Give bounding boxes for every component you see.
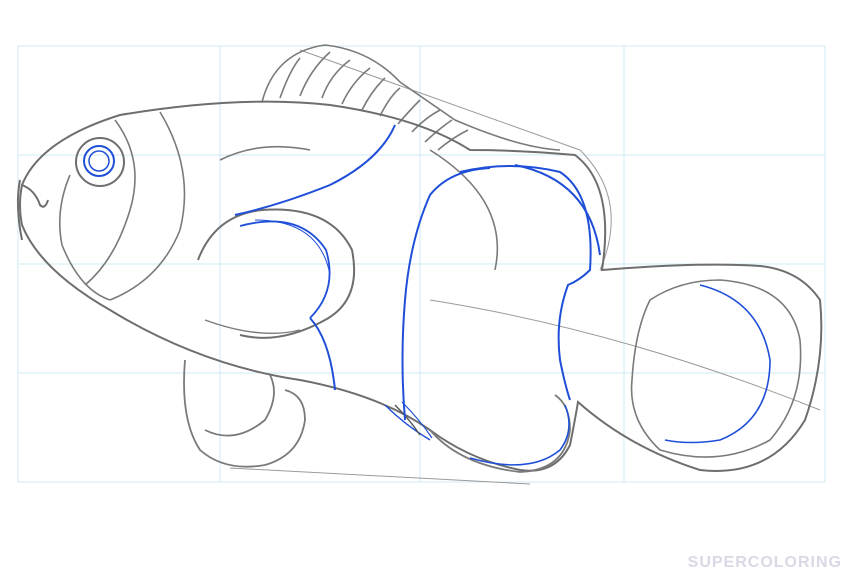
ventral-fin [183, 359, 306, 468]
clownfish-drawing [16, 44, 826, 485]
pectoral-fin [197, 208, 356, 339]
eye-icon [75, 137, 125, 187]
watermark-logo: SUPERCOLORING [687, 554, 842, 571]
guide-lines [229, 49, 821, 485]
dorsal-fin [261, 44, 561, 151]
tail-fin [630, 279, 802, 458]
anal-fin [384, 394, 571, 473]
stripe-bands [234, 124, 601, 421]
head-lines [58, 111, 499, 301]
